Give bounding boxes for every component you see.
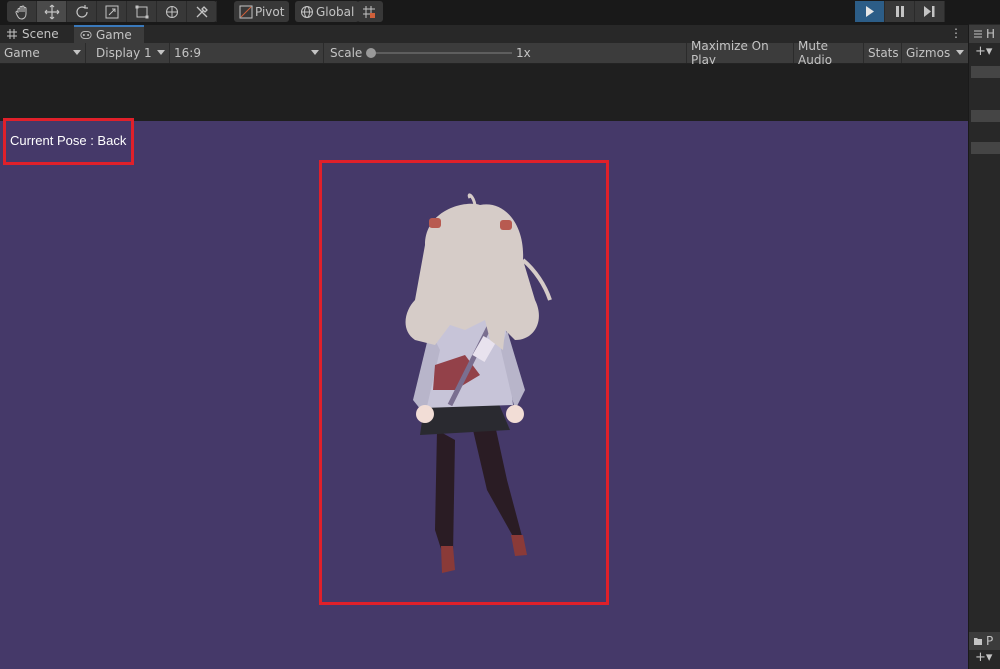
list-item[interactable] — [971, 142, 1000, 154]
transform-tools — [7, 1, 217, 22]
globe-icon — [301, 5, 313, 18]
display-value: Display 1 — [96, 46, 152, 60]
hierarchy-tab-label: H — [986, 27, 996, 41]
aspect-dropdown[interactable]: 16:9 — [170, 43, 324, 63]
rotate-tool-button[interactable] — [67, 1, 97, 22]
pause-button[interactable] — [885, 1, 915, 22]
transform-tool-button[interactable] — [157, 1, 187, 22]
game-mode-value: Game — [4, 46, 40, 60]
rect-tool-button[interactable] — [127, 1, 157, 22]
tab-game[interactable]: Game — [74, 25, 144, 43]
list-icon — [974, 30, 982, 38]
play-icon — [865, 6, 874, 17]
game-mode-dropdown[interactable]: Game — [0, 43, 86, 63]
character-back-view — [405, 193, 552, 573]
gamepad-icon — [80, 31, 92, 39]
stats-button[interactable]: Stats — [863, 43, 901, 63]
current-pose-text: Current Pose : Back — [10, 133, 127, 148]
scale-icon — [105, 5, 118, 18]
gizmos-label: Gizmos — [906, 46, 951, 60]
tab-game-label: Game — [96, 28, 132, 42]
hierarchy-panel: H +▾ P +▾ — [968, 24, 1000, 669]
pause-icon — [895, 6, 904, 17]
maximize-on-play-button[interactable]: Maximize On Play — [686, 39, 791, 67]
display-dropdown[interactable]: Display 1 — [92, 43, 170, 63]
pivot-label: Pivot — [255, 4, 285, 19]
global-label: Global — [316, 4, 355, 19]
rotate-icon — [75, 4, 88, 18]
scale-slider-knob[interactable] — [366, 48, 376, 58]
scale-tool-button[interactable] — [97, 1, 127, 22]
chevron-down-icon — [157, 50, 165, 55]
grid-snap-button[interactable] — [357, 1, 383, 22]
tab-scene[interactable]: Scene — [0, 25, 72, 43]
project-tab-label: P — [986, 634, 994, 648]
tools-icon — [196, 5, 208, 17]
letterbox-area — [0, 64, 968, 121]
stats-label: Stats — [868, 46, 899, 60]
move-icon — [44, 4, 59, 19]
more-options-icon[interactable]: ⋮ — [950, 26, 962, 40]
rect-tool-icon — [135, 5, 148, 18]
chevron-down-icon — [73, 50, 81, 55]
tab-project[interactable]: P — [969, 632, 1000, 650]
hand-icon — [15, 5, 26, 20]
maximize-label: Maximize On Play — [691, 39, 769, 67]
scale-slider-track[interactable] — [372, 52, 512, 54]
tab-hierarchy[interactable]: H — [969, 25, 1000, 43]
custom-tool-button[interactable] — [187, 1, 217, 22]
grid-snap-icon — [363, 5, 375, 18]
list-item[interactable] — [971, 110, 1000, 122]
gizmos-button[interactable]: Gizmos — [901, 43, 968, 63]
play-controls — [855, 1, 945, 22]
list-item[interactable] — [971, 66, 1000, 78]
global-toggle[interactable]: Global — [295, 1, 360, 22]
chevron-down-icon — [311, 50, 319, 55]
chevron-down-icon — [956, 50, 964, 55]
scale-label: Scale — [330, 46, 363, 60]
hand-tool-button[interactable] — [7, 1, 37, 22]
step-icon — [924, 6, 935, 17]
play-button[interactable] — [855, 1, 885, 22]
pivot-toggle[interactable]: Pivot — [234, 1, 290, 22]
tab-scene-label: Scene — [22, 27, 59, 41]
pivot-icon — [239, 5, 253, 18]
add-icon[interactable]: +▾ — [975, 650, 992, 665]
add-icon[interactable]: +▾ — [975, 44, 992, 59]
aspect-value: 16:9 — [174, 46, 201, 60]
folder-icon — [974, 638, 982, 645]
mute-audio-button[interactable]: Mute Audio — [793, 39, 863, 67]
mute-label: Mute Audio — [798, 39, 833, 67]
main-toolbar: Pivot Global — [0, 0, 1000, 24]
hash-icon — [7, 29, 17, 39]
transform-icon — [165, 5, 178, 18]
move-tool-button[interactable] — [37, 1, 67, 22]
step-button[interactable] — [915, 1, 945, 22]
scale-value: 1x — [516, 46, 531, 60]
